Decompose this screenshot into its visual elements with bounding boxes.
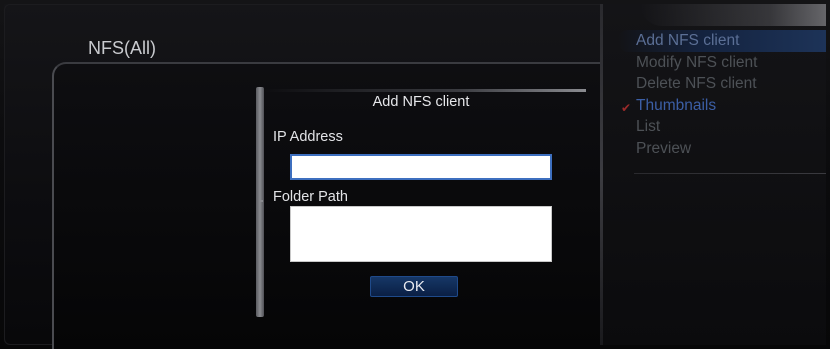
menu-item-label: Preview (636, 139, 692, 157)
menu-underline (634, 173, 826, 174)
menu-item-label: Delete NFS client (636, 75, 757, 92)
add-nfs-client-dialog: Add NFS client IP Address Folder Path OK (256, 87, 586, 317)
side-menu: Add NFS client Modify NFS client Delete … (618, 30, 826, 159)
folder-path-input[interactable] (290, 206, 552, 262)
menu-item-thumbnails[interactable]: ✔ Thumbnails (618, 95, 826, 117)
menu-item-list[interactable]: List (618, 116, 826, 138)
menu-item-modify-nfs-client[interactable]: Modify NFS client (618, 52, 826, 74)
ok-button[interactable]: OK (370, 276, 458, 297)
ip-address-label: IP Address (273, 129, 343, 145)
dialog-title: Add NFS client (372, 94, 470, 110)
menu-item-label: List (636, 118, 661, 135)
menu-item-label: Thumbnails (636, 96, 717, 114)
dialog-bar-notch (260, 200, 263, 202)
top-glare (640, 4, 826, 26)
menu-item-add-nfs-client[interactable]: Add NFS client (618, 30, 826, 52)
dialog-side-bar (256, 87, 264, 317)
dialog-top-line (264, 89, 586, 92)
menu-item-label: Modify NFS client (636, 53, 758, 71)
page-title: NFS(All) (88, 38, 156, 58)
menu-item-label: Add NFS client (636, 32, 740, 49)
menu-item-preview[interactable]: Preview (618, 138, 826, 160)
ip-address-input[interactable] (290, 154, 552, 180)
menu-item-delete-nfs-client[interactable]: Delete NFS client (618, 73, 826, 95)
tv-screen: NFS(All) Add NFS client Modify NFS clien… (0, 0, 830, 349)
folder-path-label: Folder Path (273, 189, 348, 205)
